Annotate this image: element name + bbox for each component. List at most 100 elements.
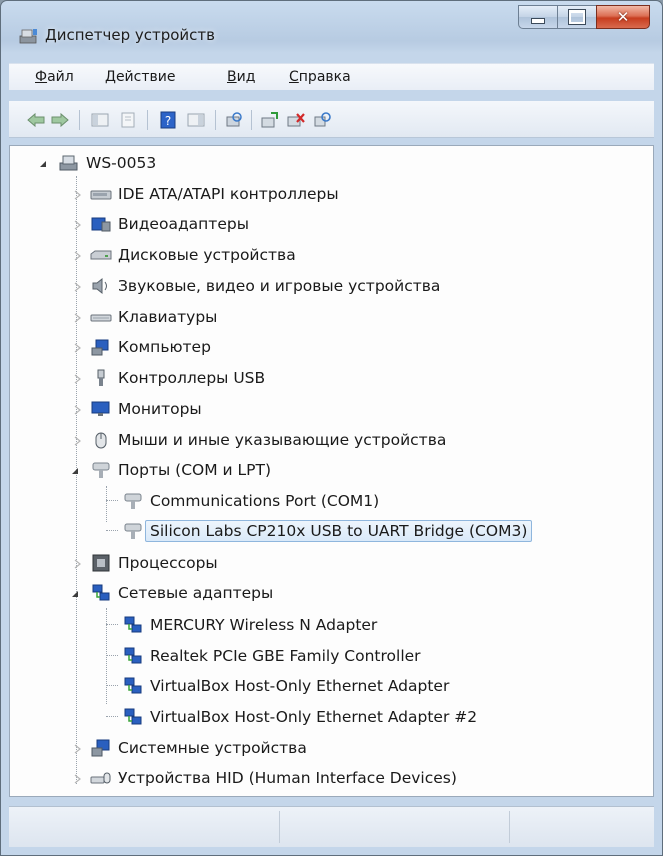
expand-arrow-icon[interactable] — [72, 251, 82, 261]
expand-arrow-icon[interactable] — [72, 774, 82, 784]
port-icon — [124, 493, 142, 509]
tree-item-label: Silicon Labs CP210x USB to UART Bridge (… — [145, 520, 533, 542]
usb-icon — [97, 369, 105, 386]
close-button[interactable]: ✕ — [596, 5, 650, 29]
maximize-button[interactable] — [557, 5, 596, 29]
expand-arrow-icon[interactable] — [72, 282, 82, 292]
tree-child-item[interactable]: VirtualBox Host-Only Ethernet Adapter #2 — [122, 704, 477, 730]
tree-guide-line — [106, 608, 107, 704]
status-bar-divider — [509, 811, 510, 843]
menu-bar: Файл Действие Вид Справка — [9, 63, 654, 90]
expand-arrow-icon[interactable] — [72, 744, 82, 754]
tree-child-item[interactable]: Communications Port (COM1) — [122, 488, 379, 514]
menu-view-accel: В — [227, 69, 237, 85]
monitor-icon — [91, 401, 110, 416]
tree-guide-line — [106, 624, 118, 625]
tree-item-label: Видеоадаптеры — [118, 215, 249, 233]
menu-help-label: правка — [298, 69, 351, 85]
tree-item-label: Communications Port (COM1) — [150, 492, 380, 510]
update-driver-button[interactable] — [259, 109, 281, 131]
tree-item[interactable]: Устройства HID (Human Interface Devices) — [74, 765, 457, 791]
tree-item[interactable]: Видеоадаптеры — [74, 211, 249, 237]
properties-button[interactable] — [117, 109, 139, 131]
tree-guide-line — [106, 655, 118, 656]
scan-hardware-icon — [226, 112, 242, 127]
uninstall-icon — [287, 113, 305, 127]
tree-item[interactable]: Звуковые, видео и игровые устройства — [74, 273, 441, 299]
status-bar-divider — [279, 811, 280, 843]
tree-item-label: Realtek PCIe GBE Family Controller — [150, 647, 421, 665]
tree-item-expanded[interactable]: Порты (COM и LPT) — [72, 457, 271, 483]
menu-view[interactable]: Вид — [227, 69, 255, 85]
toolbar-separator — [251, 110, 252, 130]
network-adapter-icon — [124, 677, 142, 694]
menu-help[interactable]: Справка — [289, 69, 351, 85]
tree-item[interactable]: Системные устройства — [74, 735, 307, 761]
disk-drive-icon — [90, 250, 112, 260]
tree-child-item[interactable]: Realtek PCIe GBE Family Controller — [122, 643, 421, 669]
expand-arrow-icon[interactable] — [72, 190, 82, 200]
tree-item[interactable]: Процессоры — [74, 550, 218, 576]
root-computer-name: WS-0053 — [86, 154, 157, 172]
minimize-icon — [531, 18, 545, 24]
hid-icon — [90, 772, 111, 784]
update-driver-icon — [261, 112, 278, 128]
minimize-button[interactable] — [518, 5, 557, 29]
expand-arrow-icon[interactable] — [72, 405, 82, 415]
tree-item[interactable]: Компьютер — [74, 334, 211, 360]
device-manager-window: Диспетчер устройств ✕ Файл Действие Вид … — [0, 0, 663, 856]
tree-guide-line — [106, 530, 118, 531]
tree-item[interactable]: Контроллеры USB — [74, 365, 265, 391]
expand-arrow-icon[interactable] — [72, 374, 82, 384]
tree-child-item[interactable]: MERCURY Wireless N Adapter — [122, 612, 377, 638]
speaker-icon — [92, 277, 107, 295]
show-hide-console-button[interactable] — [89, 109, 111, 131]
back-arrow-icon — [27, 112, 45, 128]
tree-item[interactable]: Дисковые устройства — [74, 242, 296, 268]
menu-action[interactable]: Действие — [105, 69, 175, 85]
forward-arrow-icon — [51, 112, 69, 128]
tree-item-expanded[interactable]: Сетевые адаптеры — [72, 580, 273, 606]
tree-item-label: Компьютер — [118, 338, 211, 356]
action-pane-button[interactable] — [185, 109, 207, 131]
disable-device-button[interactable] — [311, 109, 333, 131]
scan-hardware-button[interactable] — [223, 109, 245, 131]
tree-item-label: Процессоры — [118, 554, 218, 572]
expand-arrow-icon[interactable] — [72, 313, 82, 323]
tree-item-label: Звуковые, видео и игровые устройства — [118, 277, 441, 295]
network-adapter-icon — [92, 584, 110, 601]
expand-arrow-icon[interactable] — [72, 436, 82, 446]
collapse-arrow-icon[interactable] — [70, 589, 80, 599]
tree-guide-line — [106, 685, 118, 686]
tree-item[interactable]: Мониторы — [74, 396, 202, 422]
tree-root-node[interactable]: WS-0053 — [40, 150, 157, 176]
expand-arrow-icon[interactable] — [72, 220, 82, 230]
device-tree[interactable]: WS-0053 IDE ATA/ATAPI контроллеры Видеоа… — [9, 145, 654, 797]
title-bar[interactable]: Диспетчер устройств ✕ — [1, 1, 662, 47]
toolbar-separator — [147, 110, 148, 130]
menu-file[interactable]: Файл — [35, 69, 74, 85]
collapse-arrow-icon[interactable] — [38, 159, 48, 169]
tree-item[interactable]: Мыши и иные указывающие устройства — [74, 427, 446, 453]
collapse-arrow-icon[interactable] — [70, 466, 80, 476]
menu-action-accel: Д — [105, 69, 116, 85]
back-button[interactable] — [25, 109, 47, 131]
forward-button[interactable] — [49, 109, 71, 131]
tree-item-label: VirtualBox Host-Only Ethernet Adapter — [150, 677, 450, 695]
maximize-icon — [568, 9, 586, 25]
tree-guide-line — [106, 486, 107, 522]
computer-icon — [91, 339, 109, 356]
port-icon — [124, 523, 142, 539]
tree-child-item[interactable]: VirtualBox Host-Only Ethernet Adapter — [122, 673, 449, 699]
tree-item[interactable]: Клавиатуры — [74, 304, 217, 330]
tree-item[interactable]: IDE ATA/ATAPI контроллеры — [74, 181, 339, 207]
tree-item-label: Мониторы — [118, 400, 202, 418]
expand-arrow-icon[interactable] — [72, 559, 82, 569]
uninstall-button[interactable] — [285, 109, 307, 131]
port-icon — [92, 462, 110, 478]
expand-arrow-icon[interactable] — [72, 343, 82, 353]
tree-child-item-selected[interactable]: Silicon Labs CP210x USB to UART Bridge (… — [122, 518, 533, 544]
tree-guide-line — [106, 500, 118, 501]
tree-item-label: Системные устройства — [118, 739, 307, 757]
help-button[interactable]: ? — [157, 109, 179, 131]
